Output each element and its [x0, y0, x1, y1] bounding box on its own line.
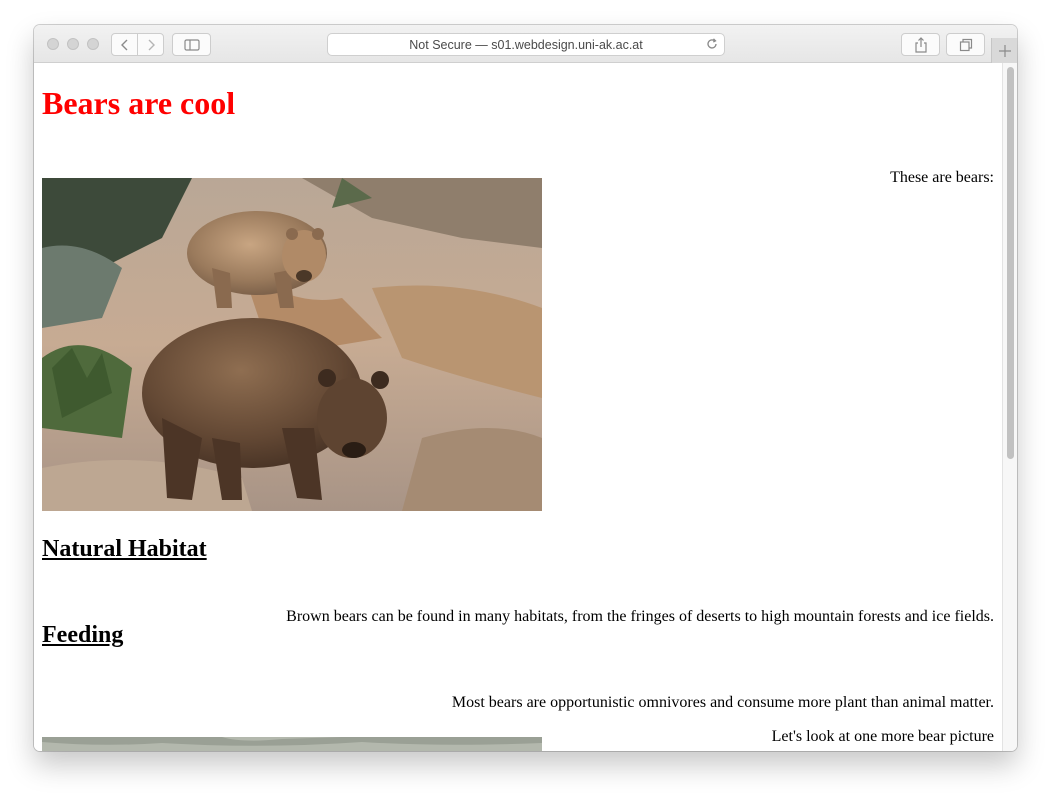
- share-icon: [914, 36, 927, 53]
- scrollbar-thumb[interactable]: [1007, 67, 1014, 459]
- feeding-heading: Feeding: [42, 622, 124, 648]
- chevron-right-icon: [148, 39, 155, 50]
- plus-icon: [998, 44, 1011, 57]
- tabs-icon: [959, 38, 972, 51]
- sidebar-toggle-button[interactable]: [172, 33, 211, 56]
- intro-text: These are bears:: [890, 169, 994, 186]
- minimize-window-button[interactable]: [67, 38, 79, 50]
- vertical-scrollbar[interactable]: [1002, 63, 1017, 751]
- second-bear-photo: [42, 737, 542, 751]
- browser-toolbar: Not Secure — s01.webdesign.uni-ak.ac.at: [34, 25, 1017, 63]
- chevron-left-icon: [120, 39, 127, 50]
- page-heading: Bears are cool: [42, 85, 236, 121]
- back-button[interactable]: [111, 33, 138, 56]
- forward-button[interactable]: [137, 33, 164, 56]
- page-content: Bears are cool These are bears: Natural …: [34, 63, 1002, 751]
- reload-icon[interactable]: [705, 37, 719, 54]
- feeding-text: Most bears are opportunistic omnivores a…: [451, 694, 994, 711]
- bears-photo: [42, 178, 542, 511]
- sidebar-icon: [183, 38, 200, 51]
- share-button[interactable]: [901, 33, 940, 56]
- tabs-overview-button[interactable]: [946, 33, 985, 56]
- close-window-button[interactable]: [47, 38, 59, 50]
- more-bears-text: Let's look at one more bear picture: [771, 728, 994, 745]
- habitat-text: Brown bears can be found in many habitat…: [286, 608, 994, 625]
- zoom-window-button[interactable]: [87, 38, 99, 50]
- address-text: Not Secure — s01.webdesign.uni-ak.ac.at: [409, 37, 643, 52]
- new-tab-button[interactable]: [991, 38, 1017, 63]
- address-bar[interactable]: Not Secure — s01.webdesign.uni-ak.ac.at: [327, 33, 725, 56]
- habitat-heading: Natural Habitat: [42, 536, 207, 562]
- browser-window: Not Secure — s01.webdesign.uni-ak.ac.at …: [34, 25, 1017, 751]
